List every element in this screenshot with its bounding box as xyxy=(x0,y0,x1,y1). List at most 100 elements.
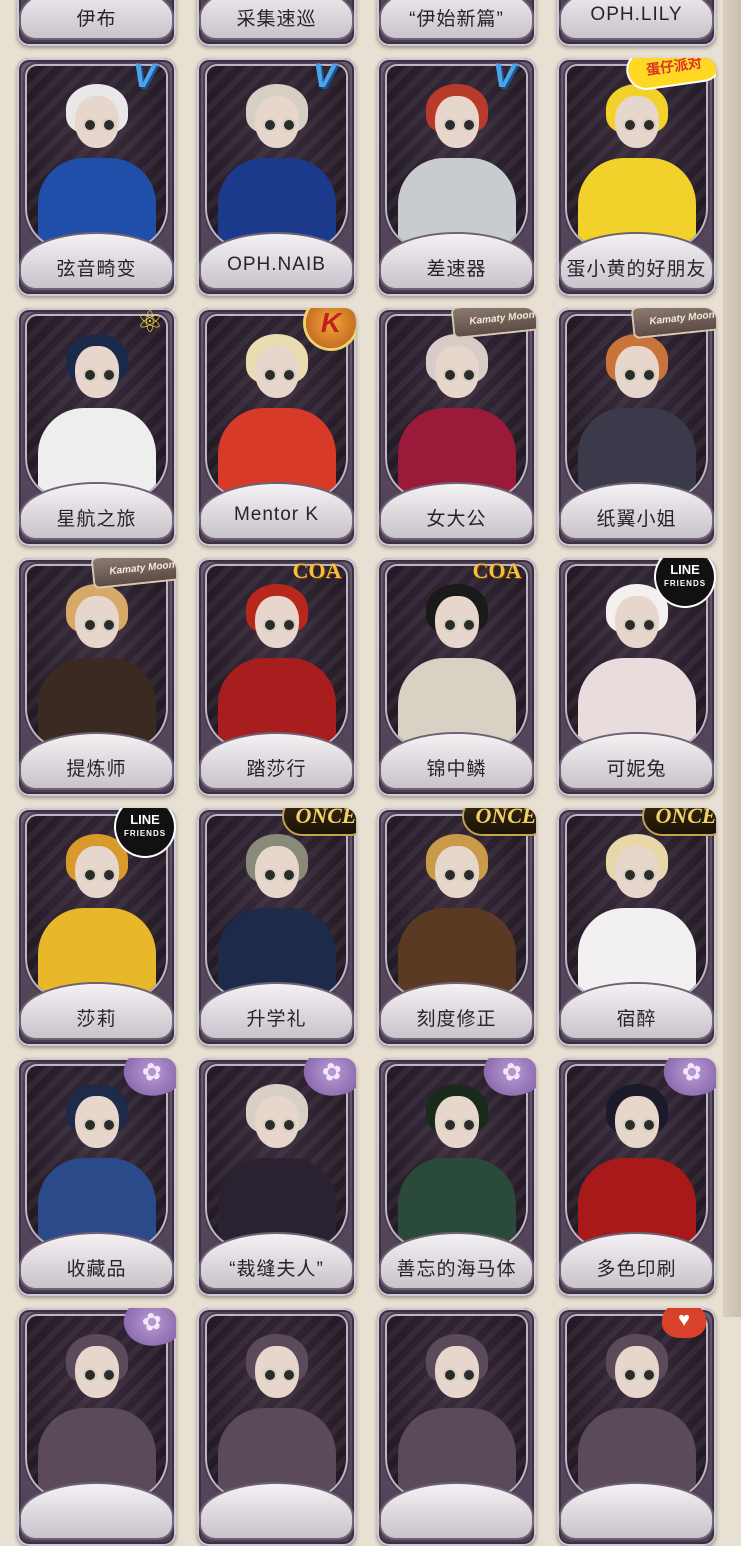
skin-card[interactable]: 伊布 xyxy=(17,0,176,46)
skin-name: 差速器 xyxy=(426,259,487,280)
character-eye xyxy=(445,120,455,130)
once-badge-icon: ONCE xyxy=(644,808,716,834)
skin-card[interactable]: Mentor K K xyxy=(197,308,356,546)
skin-name: 宿醉 xyxy=(616,1009,657,1030)
character-eye xyxy=(625,370,635,380)
character-eye xyxy=(445,620,455,630)
character-eye xyxy=(265,1120,275,1130)
once-badge-icon: ONCE xyxy=(464,808,536,834)
badge-label: K xyxy=(320,308,342,338)
skin-name: 女大公 xyxy=(426,509,487,530)
badge-label: ✿ xyxy=(319,1058,345,1088)
skin-name: 弦音畸变 xyxy=(56,259,137,280)
character-eye xyxy=(85,1370,95,1380)
skin-card[interactable] xyxy=(197,1308,356,1546)
badge-label: ✿ xyxy=(499,1058,525,1088)
character-eye xyxy=(104,120,114,130)
character-eye xyxy=(284,1370,294,1380)
character-eye xyxy=(104,1370,114,1380)
skin-card[interactable]: 善忘的海马体 ✿ xyxy=(377,1058,536,1296)
badge-label: COA xyxy=(472,558,522,583)
atom-badge-icon: ⚛ xyxy=(132,308,168,340)
character-eye xyxy=(265,1370,275,1380)
skin-card[interactable]: 纸翼小姐 Kamaty Moon xyxy=(557,308,716,546)
v-badge-icon: V xyxy=(118,58,170,98)
badge-label: 蛋仔派对 xyxy=(645,58,703,78)
skin-name: OPH.LILY xyxy=(590,4,683,25)
character-eye xyxy=(464,620,474,630)
skin-name: 刻度修正 xyxy=(416,1009,497,1030)
skin-card[interactable]: 弦音畸变 V xyxy=(17,58,176,296)
character-portrait xyxy=(567,816,706,998)
character-eye xyxy=(284,870,294,880)
skin-card[interactable]: OPH.LILY xyxy=(557,0,716,46)
badge-label: ✿ xyxy=(679,1058,705,1088)
badge-sublabel: FRIENDS xyxy=(123,829,167,838)
badge-label: Kamaty Moon xyxy=(468,309,536,327)
skin-card[interactable]: 提炼师 Kamaty Moon xyxy=(17,558,176,796)
character-portrait xyxy=(387,316,526,498)
skin-card[interactable]: ✿ xyxy=(17,1308,176,1546)
character-eye xyxy=(445,370,455,380)
skin-card[interactable] xyxy=(377,1308,536,1546)
skin-card[interactable]: 可妮兔 LINE FRIENDS xyxy=(557,558,716,796)
skin-name: 收藏品 xyxy=(66,1259,127,1280)
character-eye xyxy=(445,1370,455,1380)
character-eye xyxy=(284,120,294,130)
skin-card[interactable]: 升学礼 ONCE xyxy=(197,808,356,1046)
character-eye xyxy=(104,1120,114,1130)
character-eye xyxy=(265,620,275,630)
character-portrait xyxy=(27,316,166,498)
character-portrait xyxy=(207,1316,346,1498)
character-portrait xyxy=(387,566,526,748)
character-eye xyxy=(644,1120,654,1130)
skin-card[interactable]: 收藏品 ✿ xyxy=(17,1058,176,1296)
skin-card[interactable]: 刻度修正 ONCE xyxy=(377,808,536,1046)
character-eye xyxy=(265,370,275,380)
skin-card[interactable]: 女大公 Kamaty Moon xyxy=(377,308,536,546)
character-eye xyxy=(464,120,474,130)
character-eye xyxy=(644,370,654,380)
skin-card[interactable]: 多色印刷 ✿ xyxy=(557,1058,716,1296)
badge-label: ONCE xyxy=(655,808,716,828)
skin-name: 踏莎行 xyxy=(246,759,307,780)
skin-card[interactable]: 采集速巡 xyxy=(197,0,356,46)
character-eye xyxy=(464,370,474,380)
skin-name: Mentor K xyxy=(233,504,320,525)
character-eye xyxy=(625,870,635,880)
skin-name: 星航之旅 xyxy=(56,509,137,530)
character-eye xyxy=(625,620,635,630)
skin-card[interactable]: 锦中鳞 COA xyxy=(377,558,536,796)
character-eye xyxy=(85,620,95,630)
skin-card[interactable]: 莎莉 LINE FRIENDS xyxy=(17,808,176,1046)
skin-card[interactable]: 差速器 V xyxy=(377,58,536,296)
skin-name: 升学礼 xyxy=(246,1009,307,1030)
skin-card[interactable]: 星航之旅 ⚛ xyxy=(17,308,176,546)
badge-label: V xyxy=(132,58,156,95)
skin-card[interactable]: OPH.NAIB V xyxy=(197,58,356,296)
character-eye xyxy=(464,1120,474,1130)
skin-card[interactable]: 踏莎行 COA xyxy=(197,558,356,796)
character-eye xyxy=(445,1120,455,1130)
character-eye xyxy=(625,1370,635,1380)
character-eye xyxy=(625,120,635,130)
skin-card[interactable]: ♥ xyxy=(557,1308,716,1546)
badge-label: ⚛ xyxy=(136,308,164,339)
skin-name: 善忘的海马体 xyxy=(396,1259,517,1280)
skin-card[interactable]: 宿醉 ONCE xyxy=(557,808,716,1046)
character-portrait xyxy=(567,1316,706,1498)
skin-card[interactable]: “伊始新篇” xyxy=(377,0,536,46)
skin-card[interactable]: “裁缝夫人” ✿ xyxy=(197,1058,356,1296)
v-badge-icon: V xyxy=(298,58,350,98)
skin-name: 莎莉 xyxy=(76,1009,117,1030)
coa-badge-icon: COA xyxy=(462,558,532,586)
skin-grid: 伊布 采集速巡 “伊始新篇” OPH.LILY 弦音畸变 V OPH.NAIB V 差速器 V 蛋小… xyxy=(0,0,741,1546)
skin-card[interactable]: 蛋小黄的好朋友 蛋仔派对 xyxy=(557,58,716,296)
v-badge-icon: V xyxy=(478,58,530,98)
coa-badge-icon: COA xyxy=(282,558,352,586)
skin-name: 提炼师 xyxy=(66,759,127,780)
skin-name: 多色印刷 xyxy=(596,1259,677,1280)
character-eye xyxy=(644,870,654,880)
badge-label: ♥ xyxy=(678,1308,690,1331)
character-eye xyxy=(625,1120,635,1130)
